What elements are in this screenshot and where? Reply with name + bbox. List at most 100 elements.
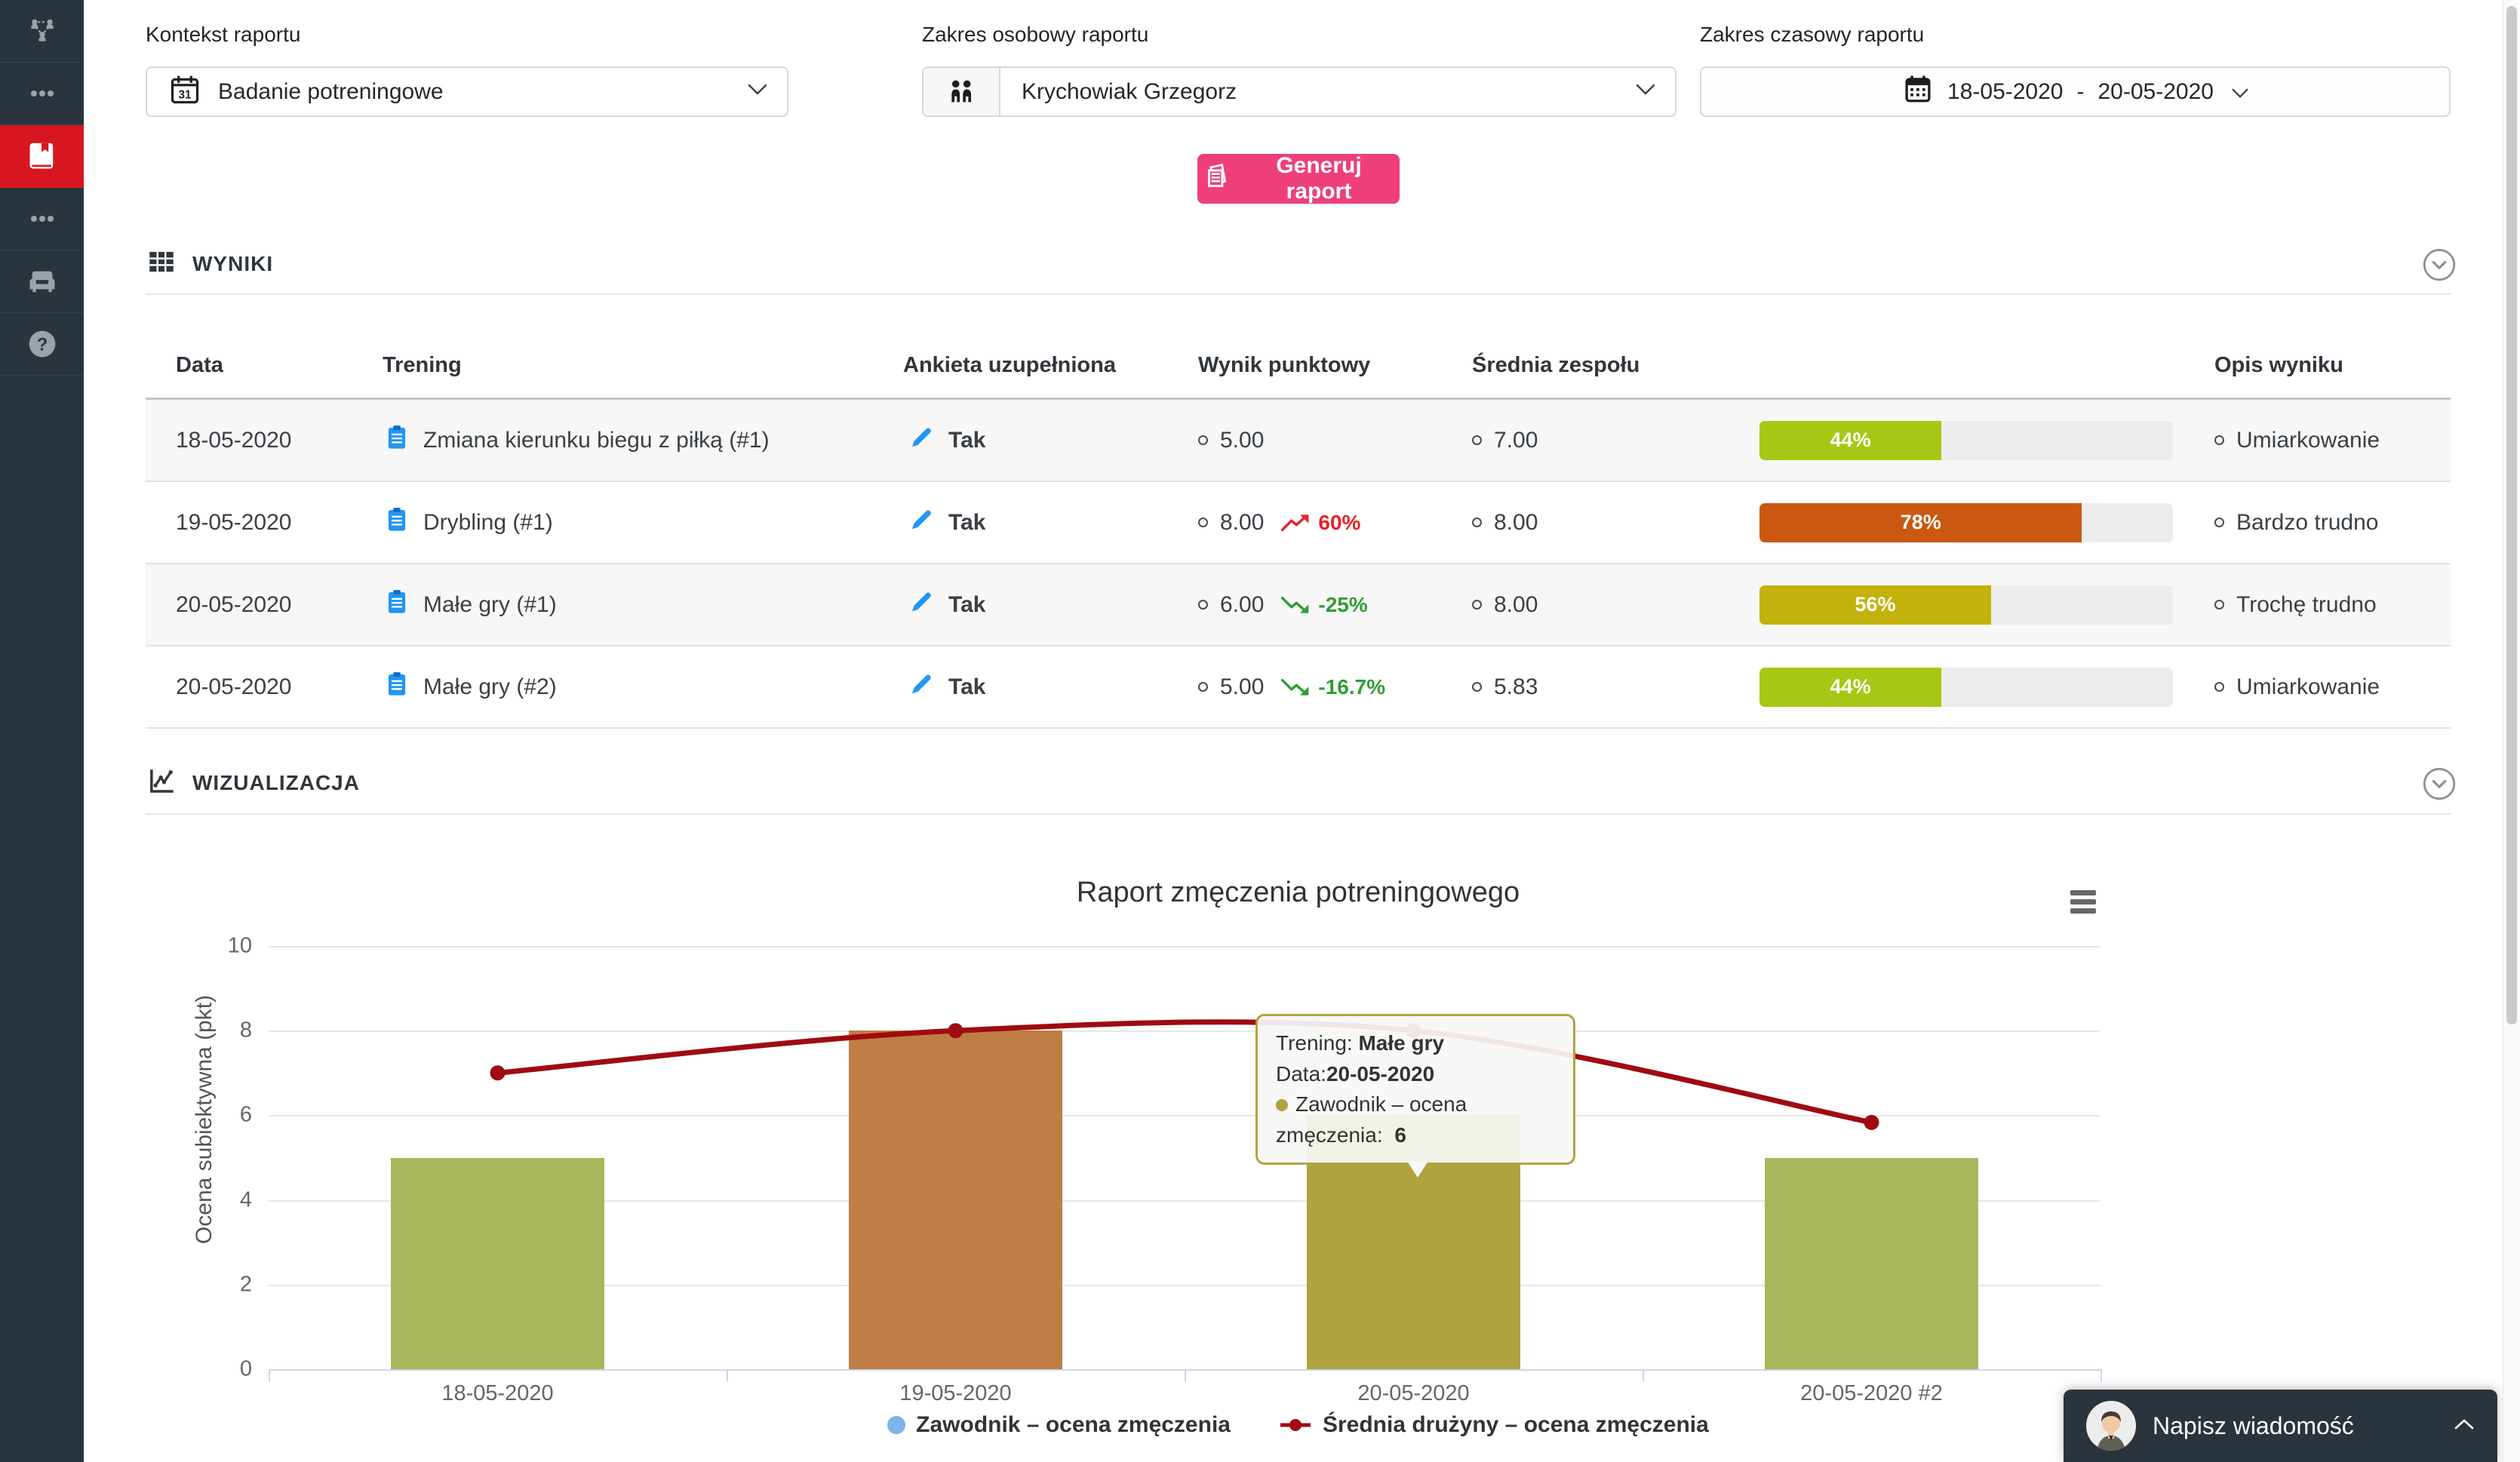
row-training: Zmiana kierunku biegu z piłką (#1) [423, 428, 770, 453]
scrollbar-track[interactable] [2503, 0, 2520, 1462]
fatigue-chart: Raport zmęczenia potreningowego Ocena su… [146, 830, 2451, 1462]
tooltip-training-label: Trening: [1276, 1031, 1353, 1055]
row-progress-track: 78% [1759, 503, 2173, 542]
table-row[interactable]: 20-05-2020 Małe gry (#1) Tak 6.00 -25% 8… [146, 564, 2451, 647]
col-header-desc: Opis wyniku [2214, 353, 2343, 378]
table-row[interactable]: 20-05-2020 Małe gry (#2) Tak 5.00 -16.7%… [146, 647, 2451, 729]
legend-item[interactable]: Zawodnik – ocena zmęczenia [887, 1412, 1231, 1438]
collapse-results-icon[interactable] [2422, 247, 2457, 282]
x-axis-tick [2101, 1369, 2102, 1381]
trend-value: 60% [1318, 511, 1360, 535]
row-date: 20-05-2020 [176, 592, 291, 618]
x-tick-label: 20-05-2020 [1357, 1381, 1469, 1406]
bullet-circle-icon [2214, 600, 2224, 610]
x-tick-label: 20-05-2020 #2 [1800, 1381, 1943, 1406]
bullet-circle-icon [1198, 435, 1208, 445]
row-survey: Tak [948, 428, 985, 453]
sidebar-item-help[interactable]: ? [0, 313, 84, 376]
time-range-select[interactable]: 18-05-2020 - 20-05-2020 [1700, 66, 2451, 117]
tooltip-training-value: Małe gry [1358, 1031, 1444, 1055]
legend-marker-line [1279, 1417, 1312, 1433]
col-header-date: Data [176, 353, 223, 378]
person-filter-label: Zakres osobowy raportu [922, 23, 1148, 47]
legend-label: Zawodnik – ocena zmęczenia [916, 1412, 1231, 1438]
row-survey: Tak [948, 510, 985, 536]
row-team-avg: 8.00 [1494, 510, 1538, 536]
row-trend: -25% [1280, 593, 1367, 617]
person-select[interactable]: Krychowiak Grzegorz [922, 66, 1676, 117]
pencil-icon[interactable] [908, 506, 935, 539]
legend-marker-circle [887, 1416, 905, 1434]
row-trend: 60% [1280, 511, 1360, 535]
y-tick-label: 6 [161, 1103, 252, 1128]
generate-report-button[interactable]: Generuj raport [1197, 154, 1400, 204]
row-trend: -16.7% [1280, 675, 1385, 699]
sidebar: ? [0, 0, 84, 1462]
chart-tooltip: Trening: Małe gry Data:20-05-2020 Zawodn… [1255, 1014, 1575, 1165]
sidebar-item-org-chart[interactable] [0, 0, 84, 63]
line-point-20-05-2020 #2[interactable] [1864, 1115, 1879, 1130]
table-row[interactable]: 18-05-2020 Zmiana kierunku biegu z piłką… [146, 400, 2451, 482]
chevron-down-icon [2232, 79, 2248, 105]
trend-down-icon [1280, 676, 1311, 699]
context-select[interactable]: 31 Badanie potreningowe [146, 66, 788, 117]
results-table-header: Data Trening Ankieta uzupełniona Wynik p… [146, 339, 2451, 400]
y-tick-label: 8 [161, 1018, 252, 1043]
x-axis-tick [269, 1369, 270, 1381]
col-header-survey: Ankieta uzupełniona [903, 353, 1116, 378]
bullet-circle-icon [1472, 518, 1482, 527]
clipboard-icon [383, 423, 411, 458]
results-section-title: WYNIKI [192, 252, 273, 276]
sidebar-item-ellipsis[interactable] [0, 63, 84, 125]
line-chart-icon [146, 765, 177, 800]
chart-menu-icon[interactable] [2070, 890, 2107, 920]
legend-label: Średnia drużyny – ocena zmęczenia [1323, 1412, 1709, 1438]
row-desc: Trochę trudno [2236, 592, 2377, 618]
row-survey: Tak [948, 674, 985, 700]
row-progress-fill: 44% [1759, 421, 1941, 460]
pencil-icon[interactable] [908, 424, 935, 457]
y-tick-label: 4 [161, 1187, 252, 1212]
row-training: Drybling (#1) [423, 510, 553, 536]
line-point-18-05-2020[interactable] [490, 1065, 506, 1080]
row-date: 20-05-2020 [176, 674, 291, 700]
bullet-circle-icon [1198, 600, 1208, 610]
sidebar-item-armchair[interactable] [0, 250, 84, 313]
table-row[interactable]: 19-05-2020 Drybling (#1) Tak 8.00 60% 8.… [146, 482, 2451, 564]
collapse-visualization-icon[interactable] [2422, 766, 2457, 801]
row-desc: Bardzo trudno [2236, 510, 2378, 536]
tooltip-point-label: Zawodnik – ocena zmęczenia: [1276, 1092, 1467, 1147]
bullet-circle-icon [1472, 435, 1482, 445]
x-tick-label: 19-05-2020 [899, 1381, 1011, 1406]
row-desc: Umiarkowanie [2236, 674, 2380, 700]
people-icon [923, 68, 1000, 115]
tooltip-date-value: 20-05-2020 [1326, 1062, 1434, 1086]
date-to: 20-05-2020 [2098, 79, 2214, 105]
pencil-icon[interactable] [908, 588, 935, 622]
row-progress-track: 44% [1759, 421, 2173, 460]
context-select-value: Badanie potreningowe [218, 79, 444, 105]
x-tick-label: 18-05-2020 [441, 1381, 553, 1406]
divider [146, 813, 2451, 815]
chat-widget[interactable]: Napisz wiadomość [2064, 1390, 2497, 1462]
line-point-19-05-2020[interactable] [948, 1023, 963, 1038]
legend-item[interactable]: Średnia drużyny – ocena zmęczenia [1279, 1412, 1709, 1438]
sidebar-item-book[interactable] [0, 125, 84, 188]
tooltip-point-value: 6 [1394, 1123, 1406, 1147]
calendar-31-icon: 31 [168, 73, 201, 110]
row-score: 8.00 [1220, 510, 1264, 536]
generate-report-label: Generuj raport [1243, 153, 1395, 204]
row-progress-track: 56% [1759, 585, 2173, 625]
avatar [2086, 1401, 2136, 1451]
row-team-avg: 8.00 [1494, 592, 1538, 618]
pencil-icon[interactable] [908, 671, 935, 704]
sidebar-item-ellipsis[interactable] [0, 188, 84, 250]
clipboard-icon [383, 670, 411, 705]
bullet-circle-icon [1472, 600, 1482, 610]
scrollbar-thumb[interactable] [2506, 6, 2517, 1024]
tooltip-series-dot [1276, 1099, 1288, 1111]
row-training: Małe gry (#2) [423, 674, 557, 700]
context-filter-label: Kontekst raportu [146, 23, 300, 47]
row-progress-fill: 78% [1759, 503, 2082, 542]
org-chart-icon [26, 14, 59, 48]
